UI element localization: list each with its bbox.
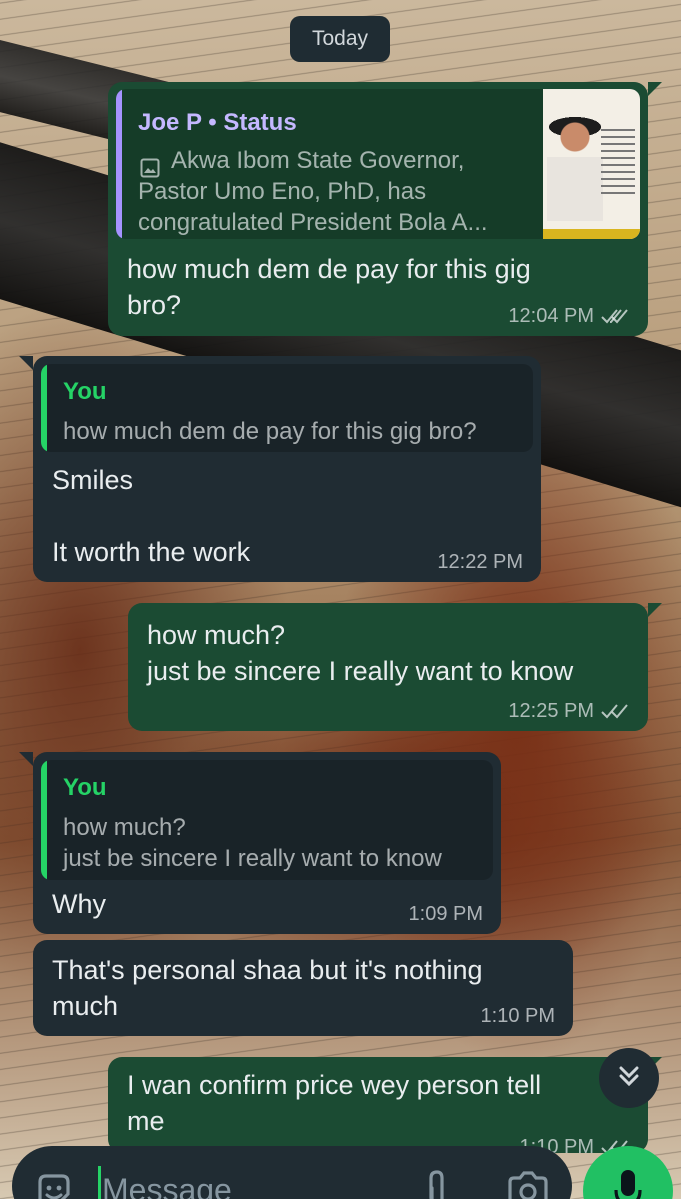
message-text: Why bbox=[52, 889, 106, 919]
quote-bar bbox=[116, 89, 122, 239]
quote-body: how much dem de pay for this gig bro? bbox=[63, 418, 477, 445]
read-double-check-icon bbox=[600, 701, 630, 721]
message-meta: 1:09 PM bbox=[409, 902, 483, 926]
message-bubble-incoming[interactable]: That's personal shaa but it's nothing mu… bbox=[33, 940, 573, 1036]
double-chevron-down-icon bbox=[616, 1063, 642, 1094]
message-time: 12:04 PM bbox=[508, 305, 594, 327]
quote-body: how much? just be sincere I really want … bbox=[63, 814, 442, 872]
message-time: 12:22 PM bbox=[437, 551, 523, 573]
message-bubble-incoming[interactable]: You how much dem de pay for this gig bro… bbox=[19, 356, 541, 582]
message-composer: Message bbox=[12, 1146, 572, 1199]
message-input[interactable]: Message bbox=[102, 1170, 232, 1199]
message-bubble-outgoing[interactable]: I wan confirm price wey person tell me 1… bbox=[108, 1057, 662, 1158]
quote-author: You bbox=[63, 378, 107, 405]
message-text: I wan confirm price wey person tell me bbox=[127, 1070, 542, 1136]
message-bubble-incoming[interactable]: You how much? just be sincere I really w… bbox=[19, 752, 501, 934]
message-time: 1:09 PM bbox=[408, 903, 483, 925]
thumbnail-footer bbox=[543, 229, 640, 239]
sticker-icon[interactable] bbox=[34, 1172, 74, 1199]
status-thumbnail bbox=[543, 89, 640, 239]
message-text: how much? just be sincere I really want … bbox=[147, 620, 574, 686]
camera-icon[interactable] bbox=[506, 1170, 550, 1199]
message-time: 12:25 PM bbox=[508, 700, 594, 722]
message-meta: 12:22 PM bbox=[437, 550, 523, 574]
quote-body: Akwa Ibom State Governor, Pastor Umo Eno… bbox=[138, 147, 488, 236]
quote-author: You bbox=[63, 774, 107, 801]
read-double-check-icon bbox=[600, 306, 630, 326]
quote-author: Joe P • Status bbox=[138, 109, 297, 136]
text-cursor bbox=[98, 1166, 101, 1199]
date-chip: Today bbox=[290, 16, 390, 62]
mic-icon bbox=[613, 1168, 643, 1199]
quote-bar bbox=[41, 760, 47, 880]
quoted-message[interactable]: You how much? just be sincere I really w… bbox=[41, 760, 493, 880]
attach-icon[interactable] bbox=[422, 1168, 452, 1199]
thumbnail-text-lines bbox=[601, 129, 635, 199]
thumbnail-portrait bbox=[547, 111, 603, 221]
quote-bar bbox=[41, 364, 47, 452]
scroll-to-bottom-button[interactable] bbox=[599, 1048, 659, 1108]
message-meta: 12:04 PM bbox=[508, 304, 630, 328]
message-bubble-outgoing[interactable]: Joe P • Status Akwa Ibom State Governor,… bbox=[108, 82, 662, 336]
quoted-message[interactable]: You how much dem de pay for this gig bro… bbox=[41, 364, 533, 452]
message-meta: 1:10 PM bbox=[481, 1004, 555, 1028]
message-meta: 12:25 PM bbox=[508, 699, 630, 723]
message-bubble-outgoing[interactable]: how much? just be sincere I really want … bbox=[128, 603, 662, 731]
quoted-status[interactable]: Joe P • Status Akwa Ibom State Governor,… bbox=[116, 89, 640, 239]
message-time: 1:10 PM bbox=[480, 1005, 555, 1027]
